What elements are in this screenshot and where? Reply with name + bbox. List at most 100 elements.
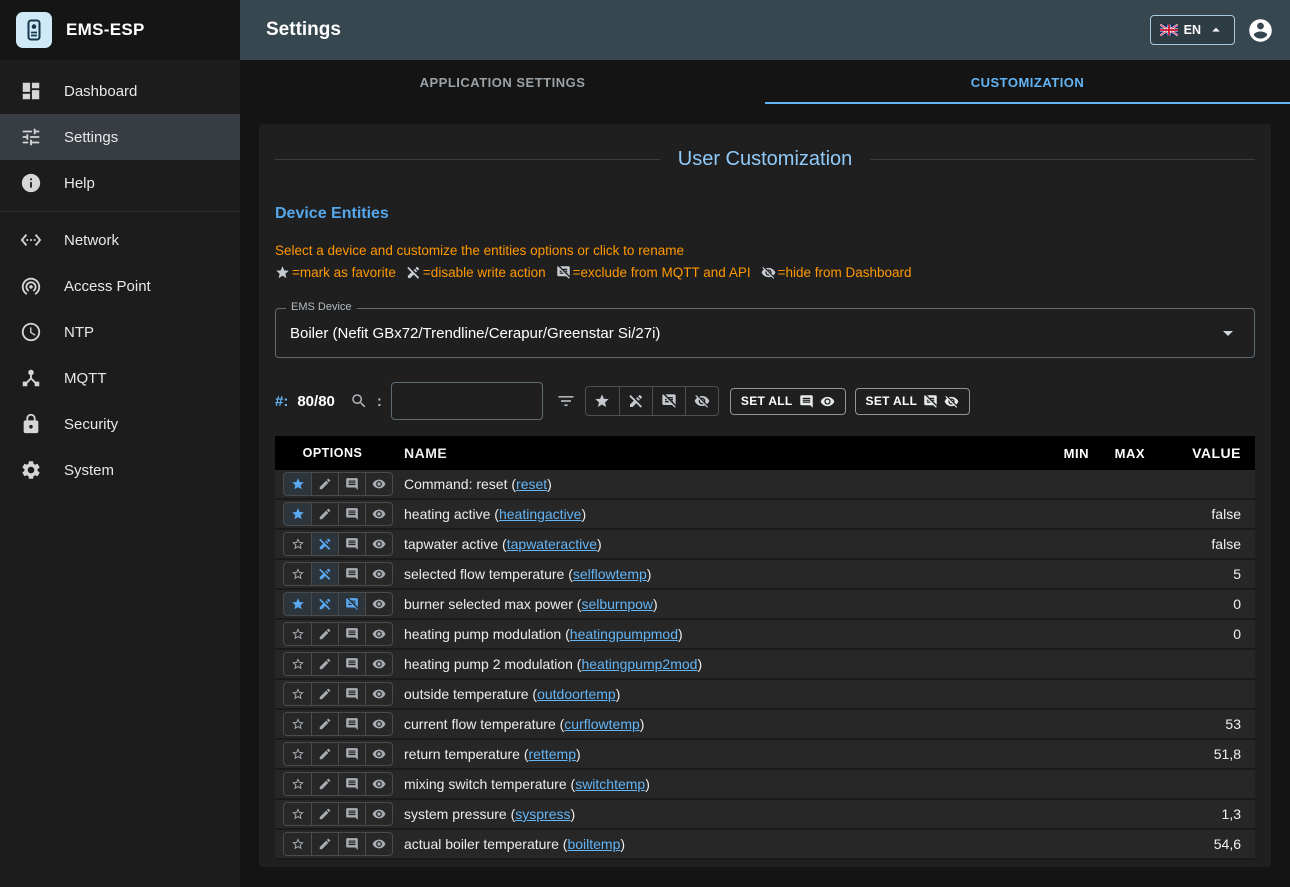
table-row[interactable]: heating pump modulation (heatingpumpmod)…: [275, 620, 1255, 650]
entity-shortname-link[interactable]: reset: [516, 476, 547, 492]
hide-from-dashboard-toggle[interactable]: [365, 473, 392, 495]
filter-message-off-toggle[interactable]: [652, 387, 685, 415]
table-row[interactable]: Command: reset (reset): [275, 470, 1255, 500]
entity-shortname-link[interactable]: selflowtemp: [573, 566, 647, 582]
table-row[interactable]: current flow temperature (curflowtemp)53: [275, 710, 1255, 740]
favorite-toggle[interactable]: [284, 773, 311, 795]
exclude-mqtt-toggle[interactable]: [338, 473, 365, 495]
exclude-mqtt-toggle[interactable]: [338, 683, 365, 705]
tab-customization[interactable]: CUSTOMIZATION: [765, 60, 1290, 104]
set-all-hide-button[interactable]: SET ALL: [855, 388, 971, 415]
disable-write-toggle[interactable]: [311, 563, 338, 585]
sidebar-item-dashboard[interactable]: Dashboard: [0, 68, 240, 114]
favorite-toggle[interactable]: [284, 473, 311, 495]
disable-write-toggle[interactable]: [311, 623, 338, 645]
exclude-mqtt-toggle[interactable]: [338, 563, 365, 585]
sidebar-item-help[interactable]: Help: [0, 160, 240, 206]
disable-write-toggle[interactable]: [311, 743, 338, 765]
filter-edit-off-toggle[interactable]: [619, 387, 652, 415]
sidebar-item-mqtt[interactable]: MQTT: [0, 355, 240, 401]
disable-write-toggle[interactable]: [311, 593, 338, 615]
sidebar-item-network[interactable]: Network: [0, 217, 240, 263]
favorite-toggle[interactable]: [284, 503, 311, 525]
entity-shortname-link[interactable]: tapwateractive: [507, 536, 597, 552]
sidebar-item-settings[interactable]: Settings: [0, 114, 240, 160]
hide-from-dashboard-toggle[interactable]: [365, 623, 392, 645]
table-row[interactable]: return temperature (rettemp)51,8: [275, 740, 1255, 770]
disable-write-toggle[interactable]: [311, 533, 338, 555]
entity-shortname-link[interactable]: heatingpumpmod: [570, 626, 678, 642]
favorite-toggle[interactable]: [284, 803, 311, 825]
hide-from-dashboard-toggle[interactable]: [365, 503, 392, 525]
table-row[interactable]: system pressure (syspress)1,3: [275, 800, 1255, 830]
favorite-toggle[interactable]: [284, 593, 311, 615]
language-selector-button[interactable]: EN: [1150, 15, 1235, 45]
hide-from-dashboard-toggle[interactable]: [365, 593, 392, 615]
entity-shortname-link[interactable]: curflowtemp: [564, 716, 639, 732]
exclude-mqtt-toggle[interactable]: [338, 803, 365, 825]
disable-write-toggle[interactable]: [311, 473, 338, 495]
account-button[interactable]: [1247, 17, 1274, 44]
entity-shortname-link[interactable]: syspress: [515, 806, 570, 822]
favorite-toggle[interactable]: [284, 743, 311, 765]
favorite-toggle[interactable]: [284, 563, 311, 585]
exclude-mqtt-toggle[interactable]: [338, 503, 365, 525]
entity-shortname-link[interactable]: selburnpow: [581, 596, 653, 612]
disable-write-toggle[interactable]: [311, 803, 338, 825]
exclude-mqtt-toggle[interactable]: [338, 713, 365, 735]
sidebar-item-security[interactable]: Security: [0, 401, 240, 447]
table-row[interactable]: outside temperature (outdoortemp): [275, 680, 1255, 710]
table-row[interactable]: burner selected max power (selburnpow)0: [275, 590, 1255, 620]
entity-shortname-link[interactable]: outdoortemp: [537, 686, 616, 702]
table-row[interactable]: heating pump 2 modulation (heatingpump2m…: [275, 650, 1255, 680]
disable-write-toggle[interactable]: [311, 683, 338, 705]
exclude-mqtt-toggle[interactable]: [338, 653, 365, 675]
exclude-mqtt-toggle[interactable]: [338, 533, 365, 555]
hide-from-dashboard-toggle[interactable]: [365, 683, 392, 705]
filter-star-toggle[interactable]: [586, 387, 619, 415]
favorite-toggle[interactable]: [284, 833, 311, 855]
favorite-toggle[interactable]: [284, 683, 311, 705]
table-row[interactable]: actual boiler temperature (boiltemp)54,6: [275, 830, 1255, 860]
entity-shortname-link[interactable]: heatingactive: [499, 506, 582, 522]
hide-from-dashboard-toggle[interactable]: [365, 773, 392, 795]
favorite-toggle[interactable]: [284, 713, 311, 735]
hide-from-dashboard-toggle[interactable]: [365, 743, 392, 765]
sidebar-item-access-point[interactable]: Access Point: [0, 263, 240, 309]
exclude-mqtt-toggle[interactable]: [338, 623, 365, 645]
exclude-mqtt-toggle[interactable]: [338, 593, 365, 615]
hide-from-dashboard-toggle[interactable]: [365, 563, 392, 585]
hide-from-dashboard-toggle[interactable]: [365, 713, 392, 735]
favorite-toggle[interactable]: [284, 653, 311, 675]
disable-write-toggle[interactable]: [311, 833, 338, 855]
hide-from-dashboard-toggle[interactable]: [365, 833, 392, 855]
table-row[interactable]: mixing switch temperature (switchtemp): [275, 770, 1255, 800]
exclude-mqtt-toggle[interactable]: [338, 743, 365, 765]
exclude-mqtt-toggle[interactable]: [338, 773, 365, 795]
favorite-toggle[interactable]: [284, 623, 311, 645]
hide-from-dashboard-toggle[interactable]: [365, 533, 392, 555]
entity-shortname-link[interactable]: switchtemp: [575, 776, 645, 792]
table-row[interactable]: heating active (heatingactive)false: [275, 500, 1255, 530]
entity-shortname-link[interactable]: boiltemp: [567, 836, 620, 852]
favorite-toggle[interactable]: [284, 533, 311, 555]
hide-from-dashboard-toggle[interactable]: [365, 653, 392, 675]
disable-write-toggle[interactable]: [311, 653, 338, 675]
entity-shortname-link[interactable]: heatingpump2mod: [581, 656, 697, 672]
entity-value: 53: [1145, 716, 1255, 732]
disable-write-toggle[interactable]: [311, 773, 338, 795]
hide-from-dashboard-toggle[interactable]: [365, 803, 392, 825]
exclude-mqtt-toggle[interactable]: [338, 833, 365, 855]
entity-shortname-link[interactable]: rettemp: [529, 746, 576, 762]
ems-device-select[interactable]: EMS Device Boiler (Nefit GBx72/Trendline…: [275, 308, 1255, 358]
disable-write-toggle[interactable]: [311, 503, 338, 525]
search-input[interactable]: [391, 382, 543, 420]
set-all-show-button[interactable]: SET ALL: [730, 388, 846, 415]
filter-eye-off-toggle[interactable]: [685, 387, 718, 415]
sidebar-item-system[interactable]: System: [0, 447, 240, 493]
tab-application-settings[interactable]: APPLICATION SETTINGS: [240, 60, 765, 104]
disable-write-toggle[interactable]: [311, 713, 338, 735]
table-row[interactable]: tapwater active (tapwateractive)false: [275, 530, 1255, 560]
sidebar-item-ntp[interactable]: NTP: [0, 309, 240, 355]
table-row[interactable]: selected flow temperature (selflowtemp)5: [275, 560, 1255, 590]
